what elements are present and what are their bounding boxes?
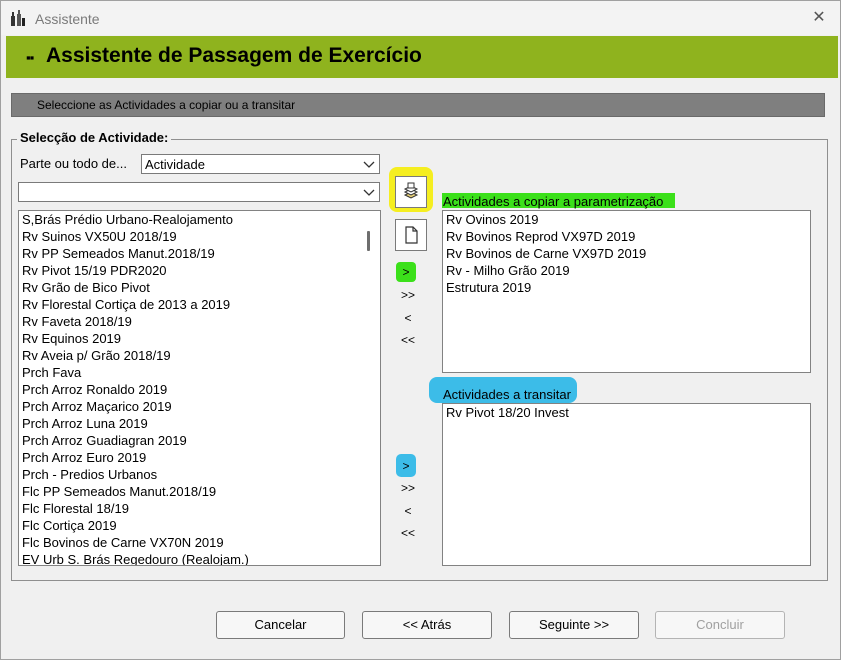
cancel-button[interactable]: Cancelar (216, 611, 345, 639)
list-item[interactable]: Prch Arroz Euro 2019 (19, 449, 380, 466)
list-item[interactable]: Flc Cortiça 2019 (19, 517, 380, 534)
list-item[interactable]: Prch Arroz Guadiagran 2019 (19, 432, 380, 449)
list-item[interactable]: Prch Arroz Ronaldo 2019 (19, 381, 380, 398)
list-item[interactable]: Rv Grão de Bico Pivot (19, 279, 380, 296)
parte-select-value: Actividade (145, 157, 205, 172)
list-item[interactable]: EV Urb S. Brás Regedouro (Realojam.) (19, 551, 380, 565)
filter-select[interactable] (18, 182, 380, 202)
list-item[interactable]: Flc Bovinos de Carne VX70N 2019 (19, 534, 380, 551)
transit-section-label: Actividades a transitar (443, 387, 571, 402)
finish-button[interactable]: Concluir (655, 611, 785, 639)
banner-bullet: ▪▪ (26, 50, 34, 65)
wine-bottles-icon (11, 10, 25, 26)
add-to-transit-button[interactable]: > (396, 459, 416, 473)
next-button[interactable]: Seguinte >> (509, 611, 639, 639)
instruction-bar: Seleccione as Actividades a copiar ou a … (11, 93, 825, 117)
list-item[interactable]: S,Brás Prédio Urbano-Realojamento (19, 211, 380, 228)
list-item[interactable]: Rv Aveia p/ Grão 2018/19 (19, 347, 380, 364)
close-icon[interactable]: ✕ (809, 8, 829, 28)
parte-select[interactable]: Actividade (141, 154, 380, 174)
wizard-banner: ▪▪ Assistente de Passagem de Exercício (6, 36, 838, 78)
remove-all-from-copy-button[interactable]: << (398, 333, 418, 347)
list-item[interactable]: Rv Equinos 2019 (19, 330, 380, 347)
list-item[interactable]: Rv Pivot 18/20 Invest (443, 404, 810, 421)
remove-all-from-transit-button[interactable]: << (398, 526, 418, 540)
list-item[interactable]: Rv Faveta 2018/19 (19, 313, 380, 330)
list-item[interactable]: Rv - Milho Grão 2019 (443, 262, 810, 279)
list-item[interactable]: Prch - Predios Urbanos (19, 466, 380, 483)
wizard-window: Assistente ✕ ▪▪ Assistente de Passagem d… (0, 0, 841, 660)
list-scrollbar[interactable] (367, 231, 370, 251)
blank-document-icon (405, 226, 418, 244)
remove-from-transit-button[interactable]: < (398, 504, 418, 518)
list-item[interactable]: Flc Florestal 18/19 (19, 500, 380, 517)
back-button[interactable]: << Atrás (362, 611, 492, 639)
list-item[interactable]: Estrutura 2019 (443, 279, 810, 296)
add-all-to-copy-button[interactable]: >> (398, 288, 418, 302)
list-item[interactable]: Rv Florestal Cortiça de 2013 a 2019 (19, 296, 380, 313)
parte-label: Parte ou todo de... (20, 156, 127, 171)
group-legend: Selecção de Actividade: (17, 130, 172, 145)
list-item[interactable]: Rv Ovinos 2019 (443, 211, 810, 228)
list-item[interactable]: Flc PP Semeados Manut.2018/19 (19, 483, 380, 500)
list-item[interactable]: Rv Pivot 15/19 PDR2020 (19, 262, 380, 279)
transit-activities-list[interactable]: Rv Pivot 18/20 Invest (442, 403, 811, 566)
list-item[interactable]: Prch Arroz Luna 2019 (19, 415, 380, 432)
available-activities-list[interactable]: S,Brás Prédio Urbano-Realojamento Rv Suin… (18, 210, 381, 566)
copy-section-label: Actividades a copiar a parametrização (443, 194, 664, 209)
add-all-to-transit-button[interactable]: >> (398, 481, 418, 495)
list-item[interactable]: Prch Fava (19, 364, 380, 381)
wizard-title: Assistente de Passagem de Exercício (46, 44, 422, 67)
copy-params-button[interactable] (395, 176, 427, 208)
list-item[interactable]: Rv Bovinos Reprod VX97D 2019 (443, 228, 810, 245)
list-item[interactable]: Rv Suinos VX50U 2018/19 (19, 228, 380, 245)
remove-from-copy-button[interactable]: < (398, 311, 418, 325)
list-item[interactable]: Rv PP Semeados Manut.2018/19 (19, 245, 380, 262)
instruction-text: Seleccione as Actividades a copiar ou a … (37, 98, 296, 112)
stacked-documents-icon (403, 182, 419, 199)
list-item[interactable]: Prch Arroz Maçarico 2019 (19, 398, 380, 415)
window-title: Assistente (35, 11, 100, 27)
copy-activities-list[interactable]: Rv Ovinos 2019 Rv Bovinos Reprod VX97D 20… (442, 210, 811, 373)
title-bar: Assistente ✕ (1, 1, 840, 35)
new-document-button[interactable] (395, 219, 427, 251)
add-to-copy-button[interactable]: > (396, 265, 416, 279)
chevron-down-icon (363, 189, 375, 196)
list-item[interactable]: Rv Bovinos de Carne VX97D 2019 (443, 245, 810, 262)
chevron-down-icon (363, 161, 375, 168)
